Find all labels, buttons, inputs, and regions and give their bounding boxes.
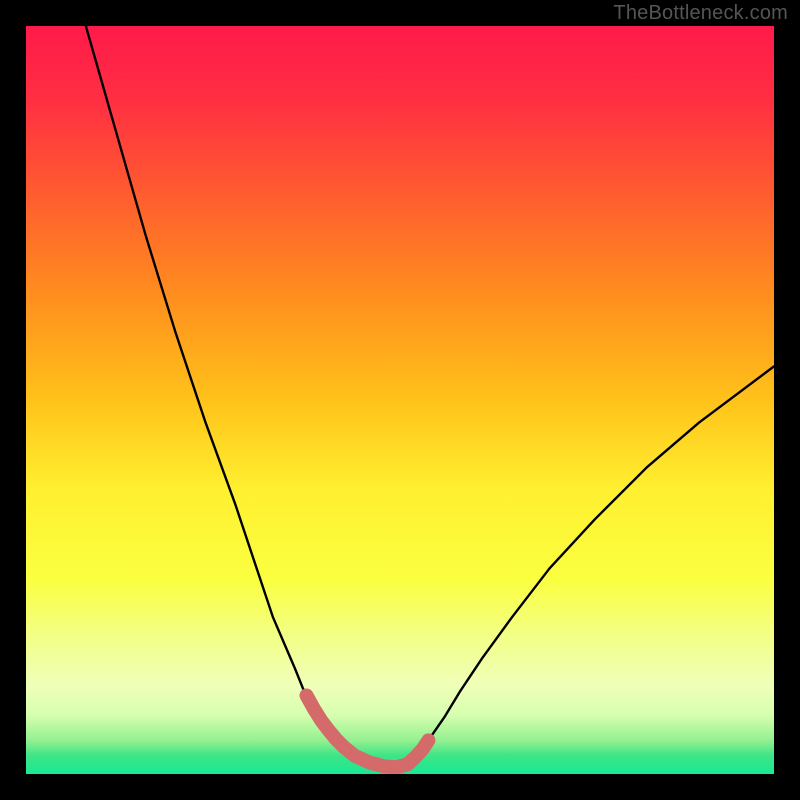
valley-highlight [307,695,429,767]
plot-area [26,26,774,774]
curve-layer [26,26,774,774]
watermark-text: TheBottleneck.com [613,2,788,25]
curve-left [86,26,393,769]
chart-frame: TheBottleneck.com [0,0,800,800]
curve-right [393,366,774,768]
